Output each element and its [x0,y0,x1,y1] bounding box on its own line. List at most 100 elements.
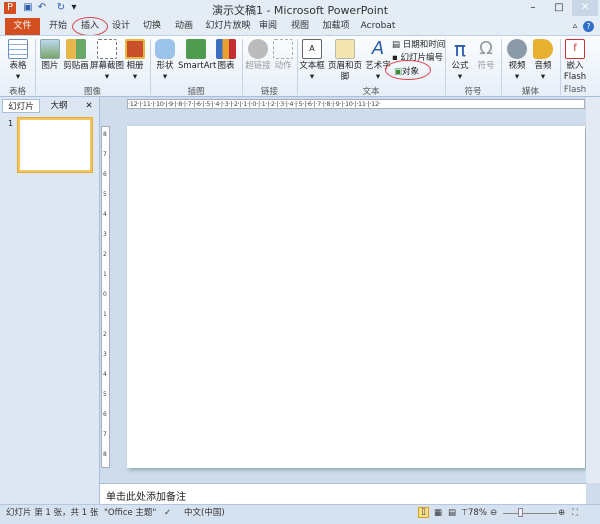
speaker-icon [533,39,553,59]
zoom-in-icon[interactable]: ⊕ [558,505,565,521]
photo-album-icon [125,39,145,59]
symbol-button[interactable]: Ω 符号 [474,39,498,72]
vertical-ruler-tick: 0 [103,291,107,298]
pi-icon: π [453,37,467,61]
textbox-button[interactable]: A 文本框 ▾ [299,39,325,83]
shapes-button[interactable]: 形状 ▾ [153,39,177,83]
tab-home[interactable]: 开始 [44,18,72,35]
action-button[interactable]: 动作 [272,39,294,72]
vertical-ruler-tick: 2 [103,251,107,258]
table-button[interactable]: 表格 ▾ [3,39,33,83]
tab-insert[interactable]: 插入 [72,17,108,36]
slide-canvas[interactable] [127,126,585,468]
fit-to-window-icon[interactable]: ⛶ [572,505,578,521]
horizontal-ruler: ·12·|·11·|·10·|·9·|·8·|·7·|·6·|·5·|·4·|·… [127,99,585,109]
header-footer-button[interactable]: 页眉和页脚 [325,39,365,83]
help-icon[interactable]: ? [583,21,594,32]
vertical-ruler-tick: 8 [103,451,107,458]
tab-transitions[interactable]: 切换 [138,18,166,35]
tab-design[interactable]: 设计 [108,18,134,35]
smartart-button[interactable]: SmartArt [178,39,216,72]
tab-view[interactable]: 视图 [288,18,312,35]
group-label-text: 文本 [362,87,380,97]
maximize-icon[interactable]: □ [546,0,572,16]
vertical-ruler-tick: 4 [103,371,107,378]
vertical-scrollbar[interactable] [586,97,600,483]
header-footer-icon [335,39,355,59]
equation-button[interactable]: π 公式 ▾ [448,39,472,83]
screenshot-icon [97,39,117,59]
zoom-out-icon[interactable]: ⊖ [490,505,497,521]
reading-view-icon[interactable]: ▤ [448,505,456,521]
audio-button[interactable]: 音频 ▾ [530,39,556,83]
video-button[interactable]: 视频 ▾ [504,39,530,83]
close-icon[interactable]: ✕ [572,0,598,16]
vertical-ruler-tick: 2 [103,331,107,338]
omega-icon: Ω [479,38,493,59]
group-label-media: 媒体 [521,87,539,97]
shapes-icon [155,39,175,59]
screenshot-button[interactable]: 屏幕截图 ▾ [90,39,124,83]
flash-icon: f [565,39,585,59]
embed-flash-button[interactable]: f 嵌入 Flash [562,39,588,83]
group-label-table: 表格 [8,87,26,97]
vertical-ruler-tick: 7 [103,431,107,438]
vertical-ruler-tick: 7 [103,151,107,158]
zoom-slider[interactable] [503,513,557,514]
language[interactable]: 中文(中国) [184,505,225,521]
object-icon: ▣ [394,67,403,77]
normal-view-icon[interactable]: ▯ [418,507,429,518]
chart-button[interactable]: 图表 [214,39,238,72]
group-label-images: 图像 [83,87,101,97]
clipart-button[interactable]: 剪贴画 [62,39,90,72]
slide-thumbnail[interactable] [17,117,93,173]
textbox-icon: A [302,39,322,59]
picture-icon [40,39,60,59]
photo-album-button[interactable]: 相册 ▾ [124,39,146,83]
slide-sorter-icon[interactable]: ▦ [434,505,442,521]
tab-addins[interactable]: 加载项 [320,18,352,35]
film-reel-icon [507,39,527,59]
clipart-icon [66,39,86,59]
datetime-icon: ▤ [392,40,401,50]
title-bar: P ▣ ↶ ↻ ▾ 演示文稿1 - Microsoft PowerPoint –… [0,0,600,18]
tab-slides[interactable]: 幻灯片 [2,99,40,113]
close-panel-icon[interactable]: ✕ [82,99,96,113]
slide-number: 1 [8,119,14,128]
vertical-ruler-tick: 3 [103,351,107,358]
zoom-slider-thumb[interactable] [518,508,523,517]
vertical-ruler-tick: 8 [103,131,107,138]
group-label-links: 链接 [260,87,278,97]
notes-pane[interactable]: 单击此处添加备注 [100,483,586,504]
object-button[interactable]: ▣对象 [385,60,431,80]
table-icon [8,39,28,59]
hyperlink-button[interactable]: 超链接 [244,39,272,72]
wordart-button[interactable]: A 艺术字 ▾ [365,39,391,83]
tab-slideshow[interactable]: 幻灯片放映 [202,18,254,35]
vertical-ruler-tick: 5 [103,191,107,198]
vertical-ruler-tick: 6 [103,411,107,418]
tab-animations[interactable]: 动画 [170,18,198,35]
tab-outline[interactable]: 大纲 [42,99,76,113]
vertical-ruler-tick: 6 [103,171,107,178]
tab-review[interactable]: 审阅 [256,18,280,35]
slide-count: 幻灯片 第 1 张，共 1 张 [6,508,99,518]
spellcheck-icon[interactable]: ✓ [164,505,171,521]
minimize-icon[interactable]: – [520,0,546,16]
vertical-ruler-tick: 3 [103,231,107,238]
tab-file[interactable]: 文件 [5,18,40,35]
window-title: 演示文稿1 - Microsoft PowerPoint [211,4,389,17]
chart-icon [216,39,236,59]
picture-button[interactable]: 图片 [38,39,62,72]
tab-acrobat[interactable]: Acrobat [360,18,396,35]
action-icon [273,39,293,59]
vertical-ruler-tick: 1 [103,271,107,278]
ribbon: 表格 ▾ 图片 剪贴画 屏幕截图 ▾ 相册 ▾ 形状 ▾ SmartArt 图表 超链接… [0,35,600,97]
hyperlink-icon [248,39,268,59]
status-bar: 幻灯片 第 1 张，共 1 张 "Office 主题" ✓ 中文(中国) ▯ ▦… [0,504,600,524]
group-label-symbols: 符号 [464,87,482,97]
zoom-level[interactable]: 78% [468,505,487,521]
datetime-button[interactable]: ▤ 日期和时间 [392,38,445,50]
minimize-ribbon-icon[interactable]: ▵ [570,18,580,35]
theme-name: "Office 主题" [104,508,157,518]
